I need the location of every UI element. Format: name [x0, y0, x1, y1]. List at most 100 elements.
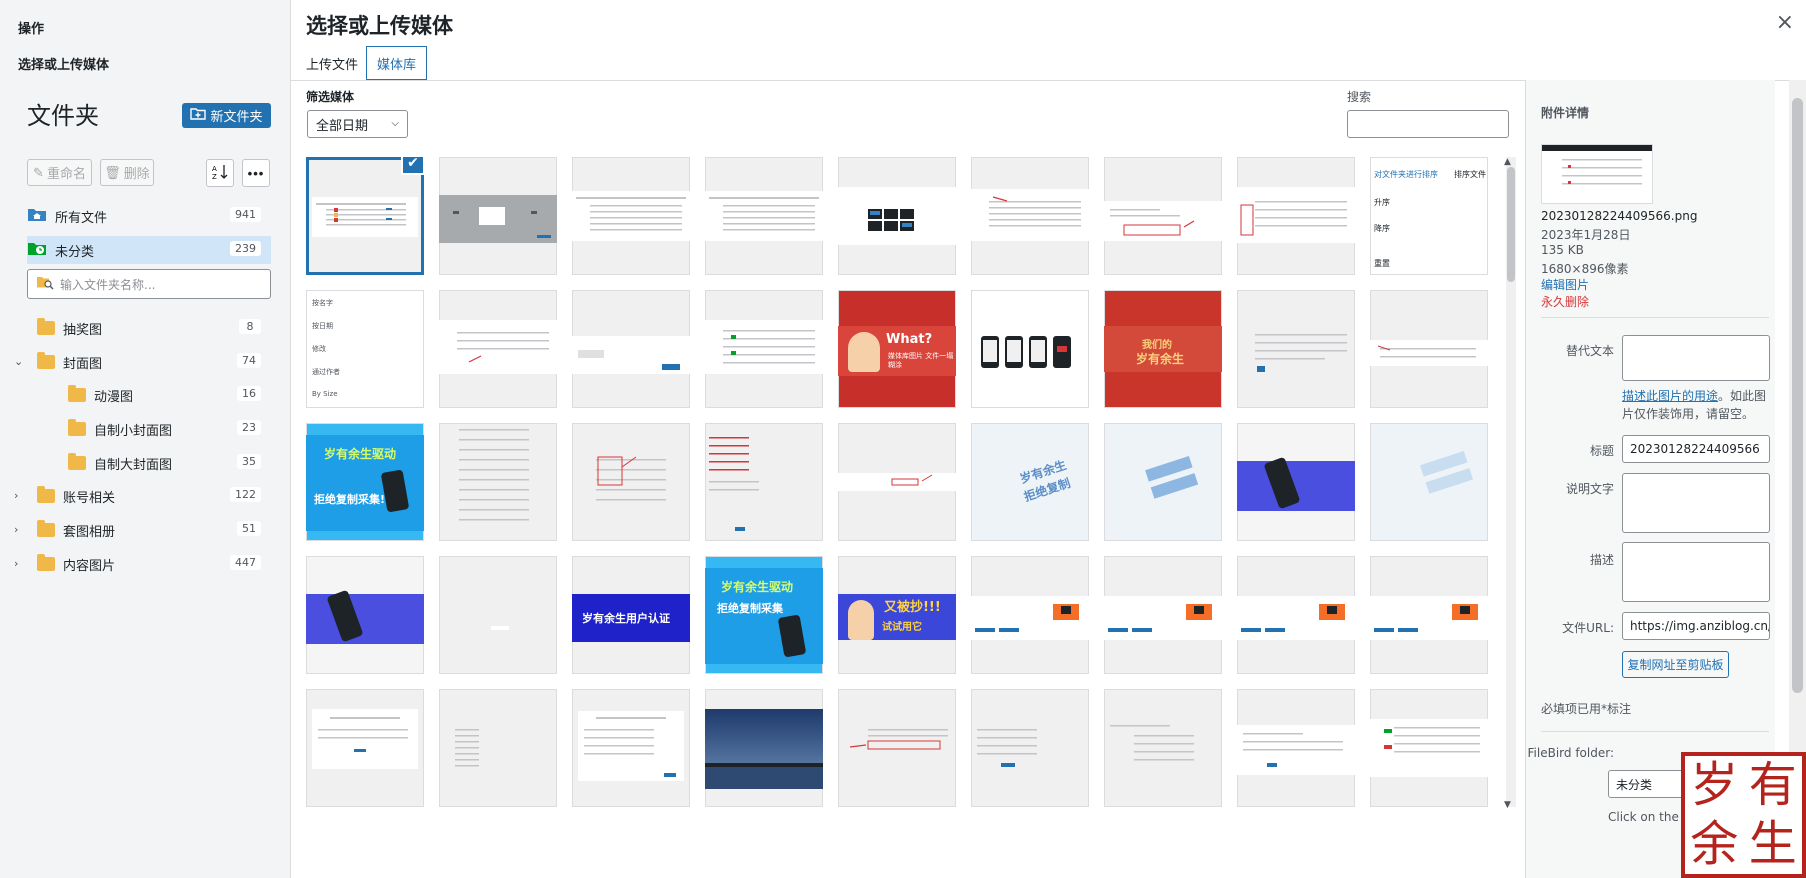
attachment-thumb[interactable] — [1370, 423, 1488, 541]
chevron-right-icon[interactable]: › — [14, 557, 18, 570]
attachment-thumb[interactable] — [1370, 689, 1488, 807]
attachment-thumb[interactable] — [1104, 556, 1222, 674]
scroll-down-icon[interactable]: ▼ — [1504, 800, 1511, 810]
folder-icon — [37, 318, 55, 335]
sort-button[interactable]: AZ — [206, 159, 234, 187]
tree-all-files[interactable]: 所有文件 941 — [27, 202, 271, 230]
alt-text-label: 替代文本 — [1565, 344, 1614, 358]
attachment-thumb[interactable]: 按名字 按日期 修改 通过作者 By Size — [306, 290, 424, 408]
attachment-thumb[interactable]: 又被抄!!! 试试用它 — [838, 556, 956, 674]
edit-image-link[interactable]: 编辑图片 — [1541, 276, 1589, 293]
attachment-thumb[interactable] — [838, 689, 956, 807]
attachment-thumb[interactable] — [439, 157, 557, 275]
scroll-up-icon[interactable]: ▲ — [1504, 157, 1511, 167]
attachment-thumb[interactable] — [439, 556, 557, 674]
rename-button[interactable]: ✎ 重命名 — [27, 159, 92, 186]
tree-folder-anime[interactable]: 动漫图 16 — [27, 381, 271, 409]
date-filter-select[interactable]: 全部日期 ⌵ — [307, 110, 408, 138]
tree-folder-cover[interactable]: ⌄ 封面图 74 — [14, 348, 271, 376]
chevron-right-icon[interactable]: › — [14, 523, 18, 536]
required-note: 必填项已用*标注 — [1541, 702, 1632, 716]
attachment-thumb[interactable]: 岁有余生驱动 拒绝复制采集 — [705, 556, 823, 674]
tree-folder-album[interactable]: › 套图相册 51 — [14, 516, 271, 544]
attachment-thumb[interactable] — [1370, 290, 1488, 408]
attachment-thumb[interactable] — [1237, 689, 1355, 807]
attachment-thumb[interactable] — [1104, 689, 1222, 807]
seal-char: 生 — [1748, 816, 1797, 872]
folder-search-icon — [36, 275, 54, 293]
media-frame: 选择或上传媒体 × 上传文件 媒体库 筛选媒体 全部日期 ⌵ 搜索 ✔ 对文件夹… — [291, 0, 1806, 878]
tab-media-library[interactable]: 媒体库 — [366, 46, 428, 80]
alt-help-link[interactable]: 描述此图片的用途 — [1622, 389, 1718, 403]
rename-label: 重命名 — [46, 166, 86, 181]
attachment-thumb[interactable] — [705, 689, 823, 807]
folder-icon — [37, 554, 55, 571]
media-search-input[interactable] — [1347, 110, 1509, 138]
more-options-button[interactable]: ••• — [242, 159, 270, 187]
attachment-thumb[interactable] — [572, 689, 690, 807]
check-icon[interactable]: ✔ — [401, 157, 424, 175]
attachment-thumb[interactable] — [572, 423, 690, 541]
attachment-thumb[interactable] — [1237, 157, 1355, 275]
attachment-thumb[interactable]: 岁有余生 拒绝复制 — [971, 423, 1089, 541]
attachment-thumb[interactable] — [838, 157, 956, 275]
attachment-thumb[interactable] — [971, 556, 1089, 674]
attachment-thumb[interactable] — [705, 290, 823, 408]
attachment-thumb[interactable] — [439, 689, 557, 807]
attachment-thumb[interactable] — [306, 689, 424, 807]
attachment-thumb[interactable]: What? 媒体库图片 文件一塌糊涂 — [838, 290, 956, 408]
alt-text-field[interactable] — [1622, 335, 1770, 381]
attachment-thumb[interactable]: 岁有余生驱动 拒绝复制采集! — [306, 423, 424, 541]
caption-field[interactable] — [1622, 473, 1770, 533]
tab-upload[interactable]: 上传文件 — [296, 46, 368, 80]
new-folder-button[interactable]: 新文件夹 — [182, 103, 271, 128]
tree-folder-large-cover[interactable]: 自制大封面图 35 — [27, 449, 271, 477]
delete-permanently-link[interactable]: 永久删除 — [1541, 293, 1589, 310]
attachment-thumb[interactable] — [1104, 423, 1222, 541]
delete-button[interactable]: 🗑 删除 — [100, 159, 154, 186]
filebird-click-hint: Click on the — [1608, 810, 1679, 824]
attachment-thumb[interactable] — [439, 423, 557, 541]
copy-url-button[interactable]: 复制网址至剪贴板 — [1622, 651, 1729, 678]
attachment-thumb[interactable] — [1104, 157, 1222, 275]
attachment-thumb[interactable] — [1237, 290, 1355, 408]
tree-folder-account[interactable]: › 账号相关 122 — [14, 482, 271, 510]
sidebar-modal-title[interactable]: 选择或上传媒体 — [18, 54, 109, 73]
attachment-thumb[interactable] — [572, 157, 690, 275]
attachment-thumb-selected[interactable]: ✔ — [306, 157, 424, 275]
attachment-thumb[interactable]: 我们的 岁有余生 — [1104, 290, 1222, 408]
attachment-thumb[interactable] — [705, 157, 823, 275]
chevron-down-icon[interactable]: ⌄ — [14, 355, 23, 368]
modal-scrollbar-thumb[interactable] — [1792, 98, 1803, 693]
attachment-thumb[interactable] — [439, 290, 557, 408]
tree-folder-content[interactable]: › 内容图片 447 — [14, 550, 271, 578]
thumb-text: 岁有余生驱动 — [324, 447, 397, 461]
title-field[interactable]: 20230128224409566 — [1622, 435, 1770, 463]
attachment-thumb[interactable] — [1237, 423, 1355, 541]
attachment-thumb[interactable] — [705, 423, 823, 541]
folder-icon — [68, 419, 86, 436]
thumb-text: 拒绝复制采集 — [717, 602, 783, 615]
tree-uncategorized[interactable]: 未分类 239 — [27, 236, 271, 264]
attachment-thumb[interactable] — [838, 423, 956, 541]
attachment-thumb[interactable] — [971, 290, 1089, 408]
attachment-thumb[interactable]: 岁有余生用户认证 — [572, 556, 690, 674]
file-url-field[interactable]: https://img.anziblog.cn/ — [1622, 612, 1770, 640]
uncategorized-folder-icon — [27, 240, 47, 260]
attachment-thumb[interactable] — [1237, 556, 1355, 674]
tree-folder-lottery[interactable]: 抽奖图 8 — [27, 314, 271, 342]
chevron-right-icon[interactable]: › — [14, 489, 18, 502]
attachment-thumb[interactable] — [572, 290, 690, 408]
tree-folder-small-cover[interactable]: 自制小封面图 23 — [27, 415, 271, 443]
attachment-thumb[interactable] — [306, 556, 424, 674]
grid-scrollbar-thumb[interactable] — [1507, 167, 1515, 282]
attachment-thumb[interactable] — [1370, 556, 1488, 674]
attachment-thumb[interactable]: 对文件夹进行排序 排序文件 升序 降序 重置 — [1370, 157, 1488, 275]
description-field[interactable] — [1622, 542, 1770, 602]
grid-scrollbar[interactable] — [1506, 157, 1516, 807]
alt-text-help: 描述此图片的用途。如此图片仅作装饰用，请留空。 — [1622, 387, 1770, 423]
close-icon[interactable]: × — [1776, 10, 1794, 35]
attachment-thumb[interactable] — [971, 157, 1089, 275]
attachment-thumb[interactable] — [971, 689, 1089, 807]
folder-search-input[interactable]: 输入文件夹名称... — [27, 269, 271, 299]
